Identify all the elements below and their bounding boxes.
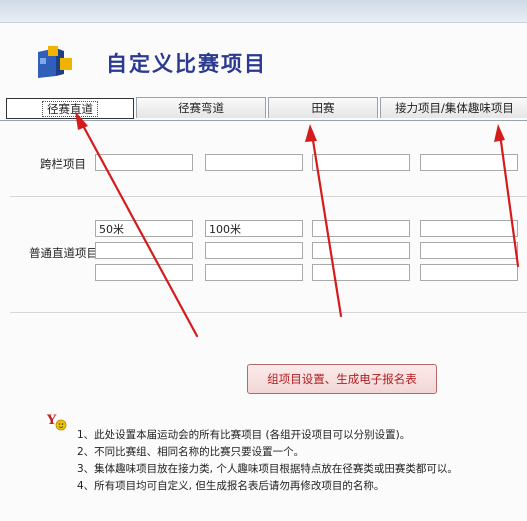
straight-field-3-3[interactable] <box>312 264 410 281</box>
tab-track-curve[interactable]: 径赛弯道 <box>136 97 266 118</box>
note-item: 2、不同比赛组、相同名称的比赛只要设置一个。 <box>77 446 305 458</box>
svg-text:Y: Y <box>46 413 57 428</box>
app-logo-icon <box>38 46 72 78</box>
section-divider <box>10 312 527 313</box>
straight-field-2-1[interactable] <box>95 242 193 259</box>
tab-label: 田赛 <box>311 101 335 115</box>
straight-field-1-2[interactable] <box>205 220 303 237</box>
generate-entry-form-button[interactable]: 组项目设置、生成电子报名表 <box>247 364 437 394</box>
tab-label: 接力项目/集体趣味项目 <box>395 101 514 115</box>
note-item: 1、此处设置本届运动会的所有比赛项目 (各组开设项目可以分别设置)。 <box>77 429 411 441</box>
notes-list: 1、此处设置本届运动会的所有比赛项目 (各组开设项目可以分别设置)。 2、不同比… <box>77 427 458 495</box>
hurdles-field-4[interactable] <box>420 154 518 171</box>
straight-field-2-4[interactable] <box>420 242 518 259</box>
tab-divider <box>0 120 527 121</box>
tab-track-straight[interactable]: 径赛直道 <box>6 98 134 119</box>
hurdles-field-3[interactable] <box>312 154 410 171</box>
yo-hint-icon: Y <box>46 413 67 431</box>
straight-field-1-4[interactable] <box>420 220 518 237</box>
tab-bar: 径赛直道 径赛弯道 田赛 接力项目/集体趣味项目 <box>6 97 527 119</box>
page-title: 自定义比赛项目 <box>106 51 267 76</box>
straight-field-2-3[interactable] <box>312 242 410 259</box>
tab-relay-fun[interactable]: 接力项目/集体趣味项目 <box>380 97 527 118</box>
hurdles-field-2[interactable] <box>205 154 303 171</box>
hurdles-label: 跨栏项目 <box>40 157 86 171</box>
tab-field[interactable]: 田赛 <box>268 97 378 118</box>
straight-field-1-1[interactable] <box>95 220 193 237</box>
note-item: 4、所有项目均可自定义, 但生成报名表后请勿再修改项目的名称。 <box>77 480 385 492</box>
straight-field-3-4[interactable] <box>420 264 518 281</box>
straight-field-1-3[interactable] <box>312 220 410 237</box>
window-top-bar <box>0 0 527 23</box>
straight-label: 普通直道项目 <box>29 246 98 260</box>
tab-label: 径赛弯道 <box>178 101 224 115</box>
straight-field-2-2[interactable] <box>205 242 303 259</box>
note-item: 3、集体趣味项目放在接力类, 个人趣味项目根据特点放在径赛类或田赛类都可以。 <box>77 463 458 475</box>
straight-field-3-1[interactable] <box>95 264 193 281</box>
straight-field-3-2[interactable] <box>205 264 303 281</box>
section-divider <box>10 196 527 197</box>
hurdles-field-1[interactable] <box>95 154 193 171</box>
tab-label: 径赛直道 <box>42 101 98 117</box>
